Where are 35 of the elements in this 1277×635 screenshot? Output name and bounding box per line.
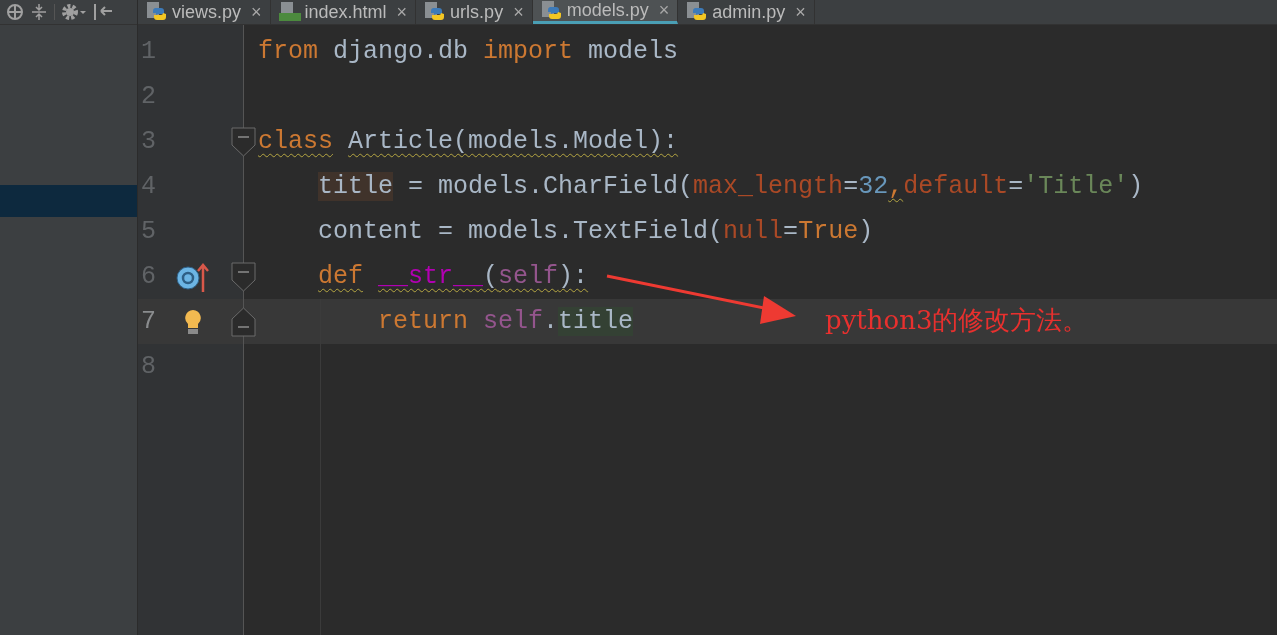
file-tab[interactable]: index.html × — [270, 0, 417, 24]
tab-label: views.py — [172, 1, 242, 23]
code-line: class Article(models.Model): — [257, 127, 679, 156]
close-tab-button[interactable]: × — [658, 0, 670, 21]
tab-label: urls.py — [450, 1, 504, 23]
collapse-all-icon[interactable] — [30, 3, 48, 21]
close-tab-button[interactable]: × — [795, 1, 806, 23]
crosshair-icon[interactable] — [6, 3, 24, 21]
html-file-icon — [278, 2, 301, 22]
close-tab-button[interactable]: × — [513, 1, 524, 23]
fold-marker-icon[interactable] — [231, 262, 256, 292]
code-line: def __str__(self): — [317, 262, 589, 291]
settings-icon[interactable] — [61, 3, 87, 21]
python-file-icon — [146, 2, 168, 22]
python-file-icon — [686, 2, 709, 22]
line-number: 7 — [140, 307, 157, 336]
python-file-icon — [424, 2, 447, 22]
file-tab[interactable]: models.py × — [532, 0, 679, 24]
fold-marker-icon[interactable] — [231, 127, 256, 157]
tab-label: models.py — [566, 0, 649, 21]
close-tab-button[interactable]: × — [396, 1, 408, 23]
code-line: title = models.CharField(max_length=32,default='Title') — [317, 172, 1144, 201]
lightbulb-icon[interactable] — [184, 308, 202, 335]
close-tab-button[interactable]: × — [251, 1, 262, 23]
fold-marker-icon[interactable] — [231, 307, 256, 337]
code-line: content = models.TextField(null=True) — [317, 217, 874, 246]
tab-label: index.html — [304, 1, 387, 23]
python-file-icon — [540, 0, 563, 21]
code-line: from django.db import models — [257, 37, 679, 66]
file-tab[interactable]: views.py × — [138, 0, 271, 24]
file-tab[interactable]: admin.py × — [678, 0, 815, 24]
tab-label: admin.py — [712, 1, 786, 23]
file-tab[interactable]: urls.py × — [416, 0, 533, 24]
hide-panel-icon[interactable] — [93, 3, 113, 21]
annotation-text: python3的修改方法。 — [825, 304, 1089, 337]
